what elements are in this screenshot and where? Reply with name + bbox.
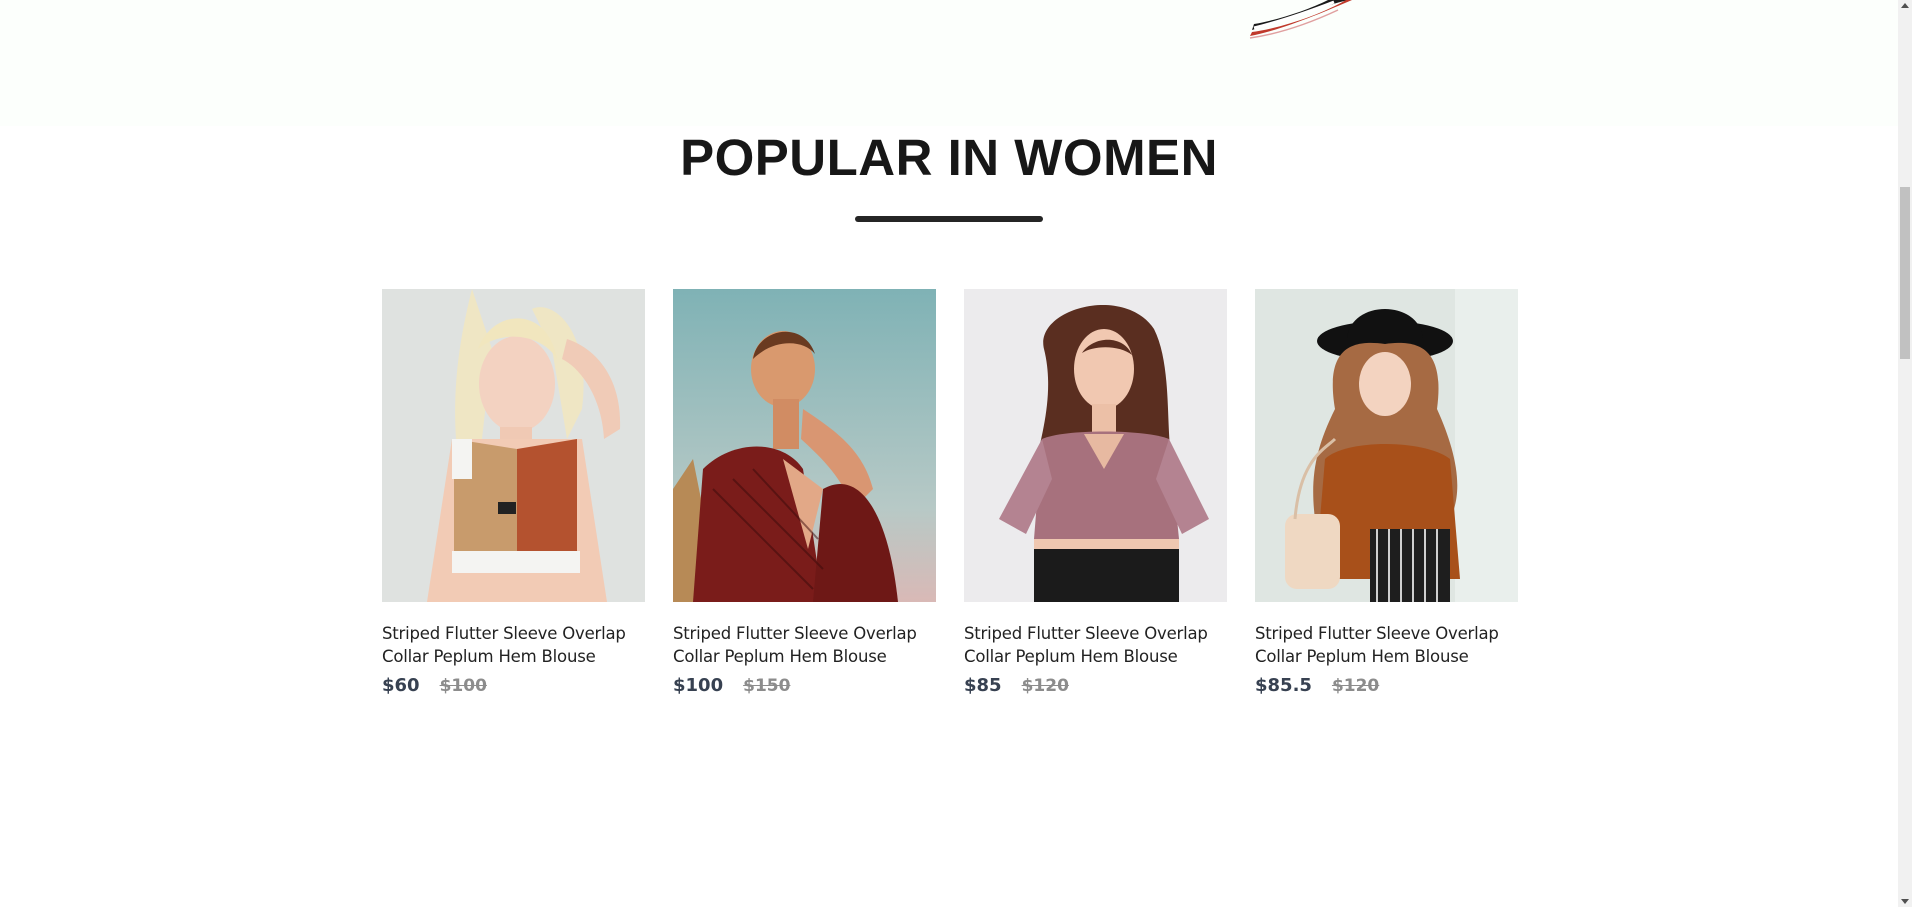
product-image[interactable] [382, 289, 645, 602]
original-price: $100 [439, 676, 487, 696]
sale-price: $85 [964, 675, 1002, 696]
price-row: $85 $120 [964, 675, 1227, 696]
product-grid: Striped Flutter Sleeve Overlap Collar Pe… [382, 289, 1518, 696]
section-title: POPULAR IN WOMEN [680, 129, 1218, 186]
original-price: $120 [1331, 676, 1380, 696]
product-card[interactable]: Striped Flutter Sleeve Overlap Collar Pe… [964, 289, 1227, 696]
title-underline [855, 216, 1043, 222]
product-image[interactable] [964, 289, 1227, 602]
price-row: $60 $100 [382, 675, 645, 696]
scroll-thumb[interactable] [1900, 187, 1910, 359]
scroll-up-arrow-icon[interactable] [1901, 3, 1909, 8]
product-image[interactable] [1255, 289, 1518, 602]
page-scrollbar[interactable] [1898, 0, 1912, 907]
product-title[interactable]: Striped Flutter Sleeve Overlap Collar Pe… [1255, 622, 1518, 668]
original-price: $120 [1021, 676, 1069, 696]
product-title[interactable]: Striped Flutter Sleeve Overlap Collar Pe… [673, 622, 936, 668]
product-card[interactable]: Striped Flutter Sleeve Overlap Collar Pe… [673, 289, 936, 696]
product-card[interactable]: Striped Flutter Sleeve Overlap Collar Pe… [382, 289, 645, 696]
product-title[interactable]: Striped Flutter Sleeve Overlap Collar Pe… [964, 622, 1227, 668]
product-card[interactable]: Striped Flutter Sleeve Overlap Collar Pe… [1255, 289, 1518, 696]
sneaker-image [1249, 0, 1352, 39]
price-row: $100 $150 [673, 675, 936, 696]
sale-price: $60 [382, 675, 420, 696]
scroll-down-arrow-icon[interactable] [1901, 899, 1909, 904]
sale-price: $100 [673, 675, 724, 696]
price-row: $85.5 $120 [1255, 675, 1518, 696]
hero-banner-bottom [0, 0, 1898, 126]
original-price: $150 [743, 676, 791, 696]
product-title[interactable]: Striped Flutter Sleeve Overlap Collar Pe… [382, 622, 645, 668]
product-image[interactable] [673, 289, 936, 602]
sale-price: $85.5 [1255, 675, 1312, 696]
